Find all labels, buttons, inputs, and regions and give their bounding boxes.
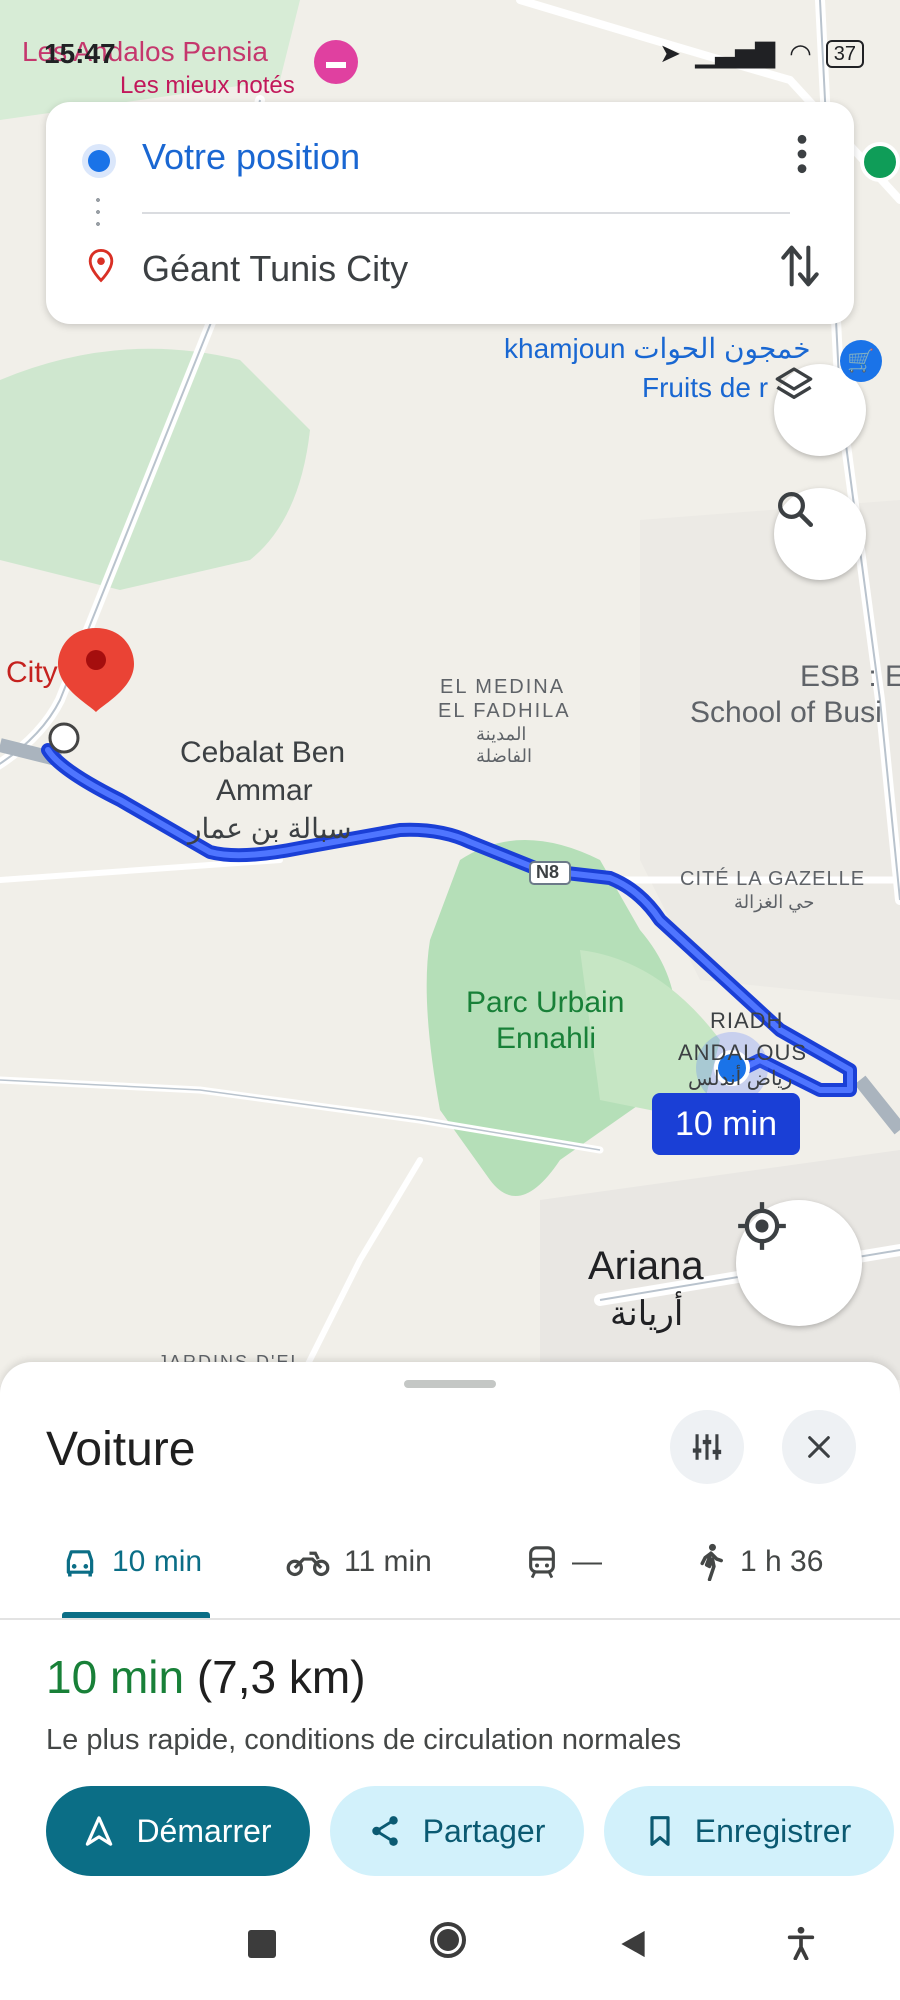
status-overlay-subtext: Les mieux notés xyxy=(120,72,295,99)
signal-icon: ▁▃▅▇ xyxy=(695,38,776,68)
recents-button[interactable] xyxy=(248,1930,276,1958)
tab-driving[interactable]: 10 min xyxy=(62,1522,202,1602)
map-label-medina-ar: المدينة xyxy=(476,724,527,744)
search-icon xyxy=(778,492,814,528)
status-time: 15:47 xyxy=(44,38,116,69)
map-label-esb[interactable]: ESB : E xyxy=(800,660,900,694)
map-label-riadh-ar: رياض أندلس xyxy=(688,1068,793,1090)
map-label-gazelle: CITÉ LA GAZELLE xyxy=(680,868,866,890)
field-divider xyxy=(142,212,790,214)
route-distance: (7,3 km) xyxy=(196,1651,366,1703)
tab-transit[interactable]: — xyxy=(526,1522,602,1602)
destination-field[interactable]: Géant Tunis City xyxy=(142,248,408,290)
accessibility-icon[interactable] xyxy=(786,1926,816,1960)
back-button[interactable] xyxy=(618,1928,648,1960)
origin-field[interactable]: Votre position xyxy=(142,136,360,178)
map-label-cebalat: Cebalat Ben xyxy=(180,736,346,769)
location-arrow-icon: ➤ xyxy=(659,38,682,68)
transit-icon xyxy=(529,1546,555,1579)
map-label-destination: City xyxy=(6,656,58,689)
destination-pin-icon xyxy=(58,628,134,712)
map-label-esb-sub[interactable]: School of Busi xyxy=(690,696,882,730)
battery-icon: 37 xyxy=(825,39,864,68)
sheet-drag-handle[interactable] xyxy=(404,1380,496,1388)
recenter-button[interactable] xyxy=(736,1200,862,1326)
my-location-icon xyxy=(738,1202,786,1250)
directions-card: Votre position Géant Tunis City xyxy=(46,102,854,324)
share-button[interactable]: Partager xyxy=(330,1786,584,1876)
swap-direction-icon[interactable] xyxy=(780,242,820,290)
layers-icon xyxy=(775,367,813,399)
map-label-khamjoun[interactable]: khamjoun خمجون الحوات xyxy=(504,332,811,365)
map-label-cebalat-ar: سبالة بن عمار xyxy=(188,813,352,844)
bookmark-icon xyxy=(650,1816,670,1846)
tab-driving-label: 10 min xyxy=(112,1545,203,1578)
status-bar: Les Andalos Pensia 15:47 Les mieux notés… xyxy=(0,0,900,100)
connector-dots xyxy=(96,194,100,234)
map-label-medina-ar-2: الفاضلة xyxy=(476,746,532,766)
poi-marker-icon[interactable] xyxy=(860,142,900,182)
map-label-medina: EL MEDINA xyxy=(440,676,566,698)
tab-motorcycle-label: 11 min xyxy=(344,1545,432,1578)
route-description: Le plus rapide, conditions de circulatio… xyxy=(46,1724,682,1756)
start-button-label: Démarrer xyxy=(136,1812,272,1849)
shopping-poi-icon[interactable]: 🛒 xyxy=(840,340,882,382)
navigation-arrow-icon xyxy=(86,1816,113,1846)
walk-icon xyxy=(700,1543,723,1581)
share-button-label: Partager xyxy=(422,1812,546,1849)
tab-walking-label: 1 h 36 xyxy=(740,1545,824,1578)
motorcycle-icon xyxy=(286,1551,330,1577)
map-label-parc[interactable]: Parc Urbain xyxy=(466,986,624,1020)
car-icon xyxy=(66,1550,94,1577)
close-icon xyxy=(808,1436,830,1458)
tab-transit-label: — xyxy=(572,1545,602,1578)
tab-walking[interactable]: 1 h 36 xyxy=(696,1522,823,1602)
route-summary: 10 min (7,3 km) xyxy=(46,1650,366,1704)
map-label-n8: N8 xyxy=(536,862,560,882)
system-nav-bar xyxy=(0,1892,900,2000)
map-label-medina-2: EL FADHILA xyxy=(438,700,571,722)
map-label-ariana-ar: أريانة xyxy=(610,1295,684,1333)
route-options-button[interactable] xyxy=(670,1410,744,1484)
search-button[interactable] xyxy=(774,488,866,580)
more-options-icon[interactable] xyxy=(790,132,814,176)
map-label-parc-2[interactable]: Ennahli xyxy=(496,1022,596,1056)
map-label-gazelle-ar: حي الغزالة xyxy=(734,892,815,912)
start-button[interactable]: Démarrer xyxy=(46,1786,310,1876)
route-duration: 10 min xyxy=(46,1651,185,1703)
map-label-fruits[interactable]: Fruits de r xyxy=(642,372,768,404)
close-button[interactable] xyxy=(782,1410,856,1484)
map-label-ariana: Ariana xyxy=(588,1244,704,1288)
origin-dot-icon xyxy=(88,150,110,172)
home-icon xyxy=(437,1929,459,1951)
tab-motorcycle[interactable]: 11 min xyxy=(286,1522,432,1602)
home-button[interactable] xyxy=(430,1922,466,1958)
map-label-cebalat-2: Ammar xyxy=(216,774,313,807)
route-end-marker xyxy=(48,722,80,754)
destination-marker-icon xyxy=(88,248,114,283)
save-button[interactable]: Enregistrer xyxy=(604,1786,894,1876)
status-icons: ➤ ▁▃▅▇ ◠ 37 xyxy=(659,38,864,69)
map-label-riadh: RIADH xyxy=(710,1008,784,1033)
save-button-label: Enregistrer xyxy=(694,1812,852,1849)
share-icon xyxy=(371,1816,398,1846)
wifi-icon: ◠ xyxy=(789,38,812,68)
travel-mode-tabs: 10 min 11 min — 1 h 36 xyxy=(0,1522,900,1602)
tune-icon xyxy=(692,1434,722,1460)
eta-badge[interactable]: 10 min xyxy=(652,1093,800,1155)
sheet-title: Voiture xyxy=(46,1423,196,1476)
sheet-divider xyxy=(0,1618,900,1620)
map-label-riadh-2: ANDALOUS xyxy=(678,1040,808,1065)
